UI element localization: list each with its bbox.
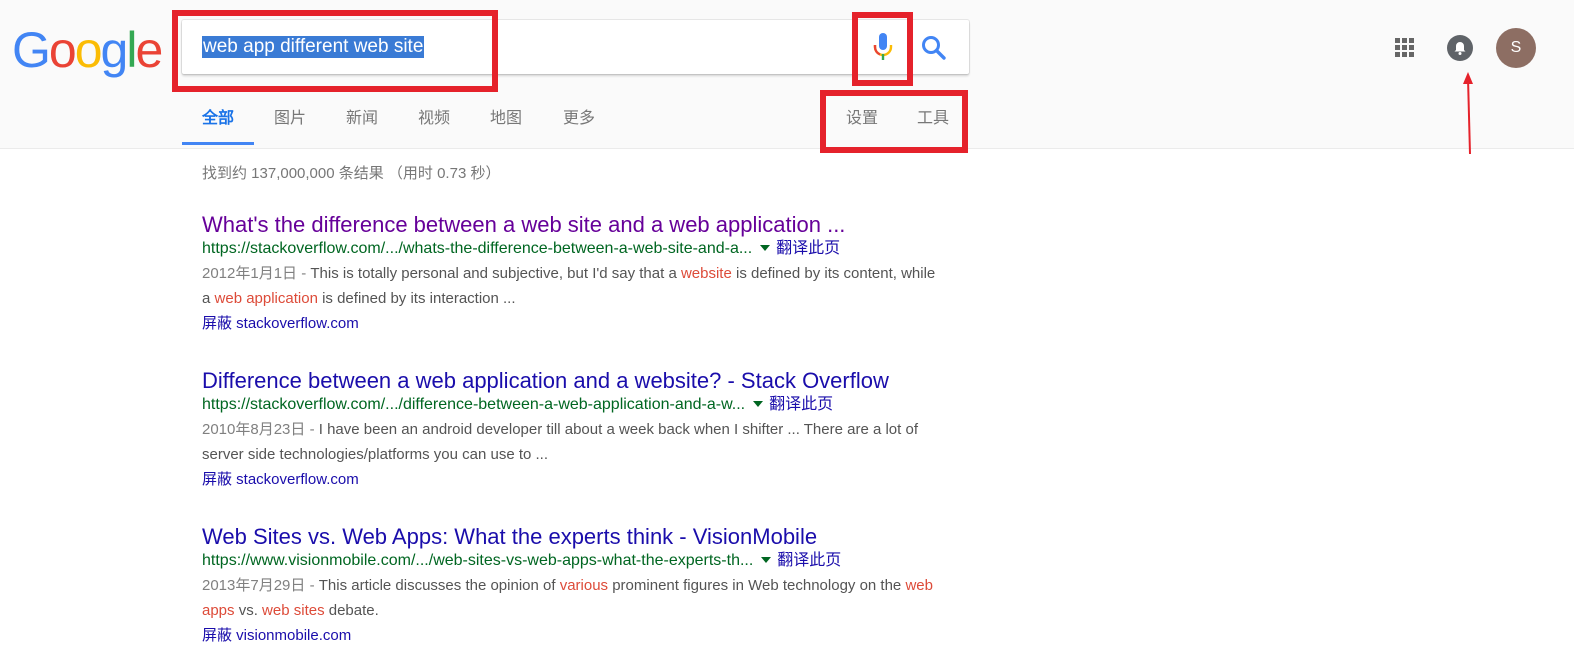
snippet-highlight: web sites	[262, 602, 325, 619]
result-date: 2012年1月1日 -	[202, 265, 311, 282]
snippet-highlight: various	[559, 577, 609, 594]
header: Google web app different web site 全部 图片 …	[0, 0, 1574, 149]
result-snippet: 2013年7月29日 - This article discusses the …	[202, 573, 942, 623]
tab-images[interactable]: 图片	[274, 98, 306, 140]
result-title-link[interactable]: Difference between a web application and…	[202, 368, 942, 394]
result-title-link[interactable]: Web Sites vs. Web Apps: What the experts…	[202, 524, 942, 550]
snippet-text: This article discusses the opinion of	[318, 577, 560, 594]
active-tab-indicator	[182, 142, 254, 145]
result-url[interactable]: https://stackoverflow.com/.../difference…	[202, 396, 745, 413]
snippet-text: This is totally personal and subjective,…	[310, 265, 681, 282]
notifications-bell-icon[interactable]	[1447, 35, 1473, 61]
result-url[interactable]: https://stackoverflow.com/.../whats-the-…	[202, 240, 752, 257]
apps-grid-icon[interactable]	[1395, 38, 1415, 58]
result-url-line: https://stackoverflow.com/.../whats-the-…	[202, 238, 942, 260]
settings-button[interactable]: 设置	[846, 98, 878, 140]
snippet-text: debate.	[324, 602, 379, 619]
result-url-line: https://www.visionmobile.com/.../web-sit…	[202, 550, 942, 572]
result-stats: 找到约 137,000,000 条结果 （用时 0.73 秒）	[202, 165, 501, 182]
translate-link[interactable]: 翻译此页	[769, 396, 833, 413]
search-input[interactable]: web app different web site	[202, 36, 425, 58]
result-title-link[interactable]: What's the difference between a web site…	[202, 212, 942, 238]
logo-letter: g	[100, 22, 129, 78]
tab-news[interactable]: 新闻	[346, 98, 378, 140]
search-result: Web Sites vs. Web Apps: What the experts…	[202, 524, 942, 648]
logo-letter: o	[74, 22, 103, 78]
logo-letter: l	[126, 22, 137, 78]
search-result: Difference between a web application and…	[202, 368, 942, 492]
snippet-text: vs.	[234, 602, 263, 619]
dropdown-caret-icon[interactable]	[753, 400, 764, 407]
result-date: 2010年8月23日 -	[202, 421, 319, 438]
block-site-link[interactable]: 屏蔽 stackoverflow.com	[202, 467, 942, 492]
result-snippet: 2012年1月1日 - This is totally personal and…	[202, 261, 942, 311]
block-site-link[interactable]: 屏蔽 visionmobile.com	[202, 623, 942, 648]
result-url[interactable]: https://www.visionmobile.com/.../web-sit…	[202, 552, 753, 569]
result-url-line: https://stackoverflow.com/.../difference…	[202, 394, 942, 416]
tab-all[interactable]: 全部	[202, 98, 234, 140]
tab-videos[interactable]: 视频	[418, 98, 450, 140]
search-icon[interactable]	[920, 34, 948, 62]
tools-button[interactable]: 工具	[917, 98, 949, 140]
google-logo[interactable]: Google	[12, 22, 163, 78]
translate-link[interactable]: 翻译此页	[777, 552, 841, 569]
snippet-highlight: website	[680, 265, 732, 282]
block-site-link[interactable]: 屏蔽 stackoverflow.com	[202, 311, 942, 336]
snippet-highlight: web application	[214, 290, 318, 307]
dropdown-caret-icon[interactable]	[761, 556, 772, 563]
snippet-text: is defined by its interaction ...	[317, 290, 516, 307]
snippet-text: prominent figures in Web technology on t…	[608, 577, 906, 594]
result-snippet: 2010年8月23日 - I have been an android deve…	[202, 417, 942, 467]
dropdown-caret-icon[interactable]	[760, 244, 771, 251]
tab-more[interactable]: 更多	[563, 98, 595, 140]
search-box[interactable]: web app different web site	[182, 20, 969, 74]
result-date: 2013年7月29日 -	[202, 577, 319, 594]
logo-letter: e	[135, 22, 163, 78]
microphone-icon[interactable]	[872, 32, 894, 62]
tab-maps[interactable]: 地图	[490, 98, 522, 140]
logo-letter: G	[12, 22, 51, 78]
logo-letter: o	[48, 22, 77, 78]
translate-link[interactable]: 翻译此页	[776, 240, 840, 257]
account-avatar[interactable]: S	[1496, 28, 1536, 68]
search-result: What's the difference between a web site…	[202, 212, 942, 336]
